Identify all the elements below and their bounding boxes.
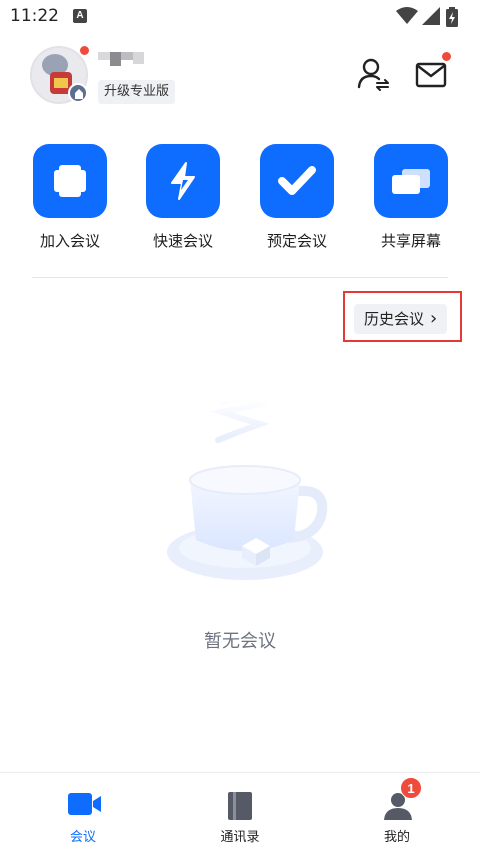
profile-notification-badge: 1 (400, 777, 422, 799)
tab-contacts[interactable]: 通讯录 (185, 773, 295, 853)
status-bar: 11:22 A (0, 0, 480, 34)
contacts-switch-button[interactable] (356, 56, 392, 92)
share-screen-label: 共享屏幕 (380, 232, 441, 250)
status-icons (396, 7, 468, 27)
quick-meeting-action[interactable]: 快速会议 (143, 144, 223, 251)
share-screen-tile[interactable] (374, 144, 448, 218)
signal-icon (422, 7, 440, 25)
avatar-unread-dot (80, 46, 89, 55)
wifi-icon (396, 7, 418, 24)
user-name-blurred (98, 52, 144, 68)
user-switch-icon (357, 58, 389, 91)
share-screen-action[interactable]: 共享屏幕 (371, 144, 451, 251)
tab-meetings[interactable]: 会议 (28, 773, 138, 853)
tab-profile[interactable]: 我的 (342, 773, 452, 853)
join-meeting-label: 加入会议 (39, 232, 100, 250)
status-time: 11:22 (10, 6, 59, 26)
schedule-meeting-action[interactable]: 预定会议 (257, 144, 337, 251)
check-icon (278, 166, 316, 195)
mail-icon (415, 62, 447, 88)
schedule-meeting-label: 预定会议 (266, 232, 327, 250)
account-type-badge-icon (68, 83, 88, 103)
divider (32, 277, 448, 278)
upgrade-pro-chip[interactable]: 升级专业版 (98, 80, 176, 104)
history-meetings-button[interactable]: 历史会议 › (354, 304, 448, 334)
quick-meeting-tile[interactable] (146, 144, 220, 218)
share-screen-icon (392, 169, 430, 194)
history-meetings-label: 历史会议 (364, 310, 425, 328)
plus-icon (54, 165, 86, 197)
tab-contacts-label: 通讯录 (220, 830, 260, 845)
empty-state-text: 暂无会议 (204, 631, 276, 652)
notification-a-icon: A (73, 9, 87, 23)
join-meeting-action[interactable]: 加入会议 (30, 144, 110, 251)
mail-unread-dot (442, 52, 451, 61)
mail-button[interactable] (412, 56, 452, 92)
address-book-icon (228, 792, 252, 820)
join-meeting-tile[interactable] (33, 144, 107, 218)
tab-profile-label: 我的 (383, 830, 410, 845)
quick-meeting-label: 快速会议 (152, 232, 213, 250)
battery-icon (446, 7, 458, 27)
chevron-right-icon: › (430, 308, 438, 329)
schedule-meeting-tile[interactable] (260, 144, 334, 218)
video-camera-icon (68, 793, 101, 815)
tab-meetings-label: 会议 (69, 830, 96, 845)
lightning-icon (171, 162, 195, 200)
coffee-cup-illustration (167, 395, 328, 580)
